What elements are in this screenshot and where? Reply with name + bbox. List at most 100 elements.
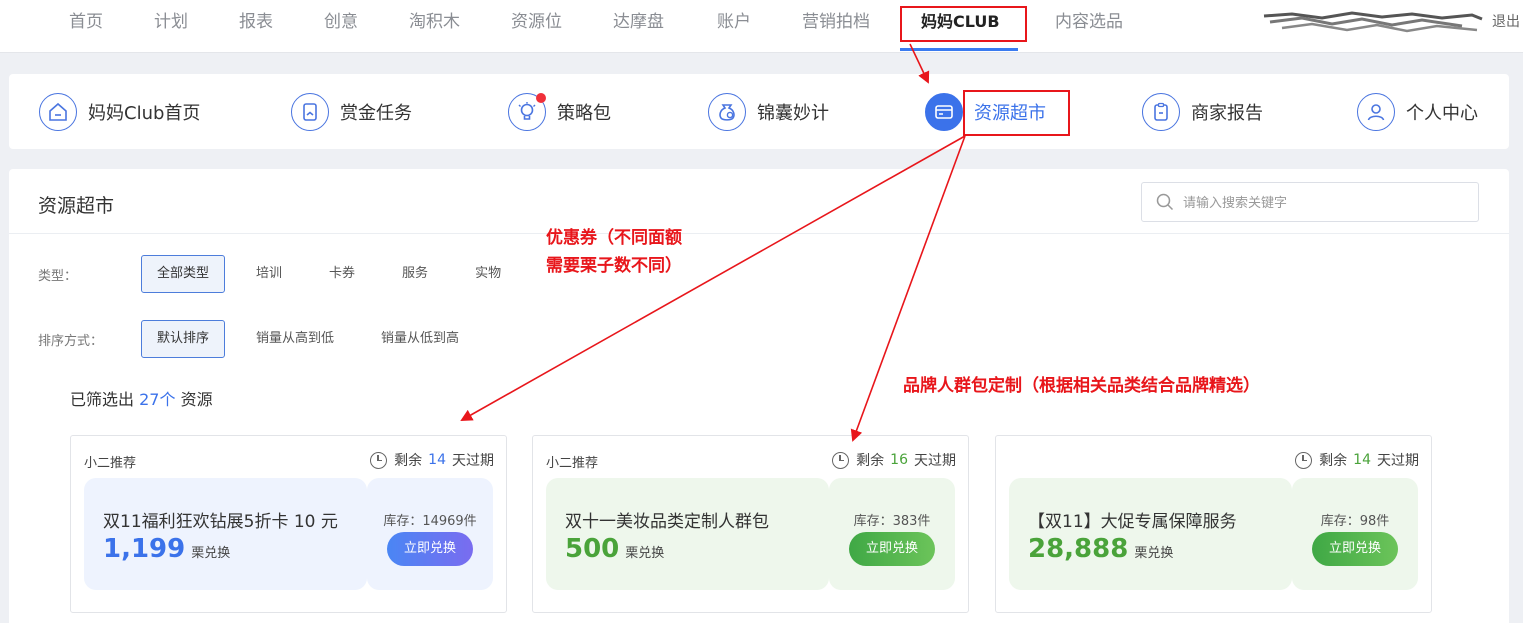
type-option-all[interactable]: 全部类型 <box>141 255 226 293</box>
sort-option-default[interactable]: 默认排序 <box>141 320 226 358</box>
recommend-tag: 小二推荐 <box>84 456 137 471</box>
type-option-physical[interactable]: 实物 <box>459 255 517 293</box>
expiry-info: 剩余 14 天过期 <box>1295 450 1419 470</box>
card-info: 双11福利狂欢钻展5折卡 10 元 1,199 栗兑换 <box>84 478 367 590</box>
expiry-info: 剩余 14 天过期 <box>370 450 494 470</box>
result-count-value: 27个 <box>139 390 176 409</box>
price-unit: 栗兑换 <box>625 546 665 561</box>
nav-dmp[interactable]: 达摩盘 <box>613 0 664 53</box>
club-nav-merchant-report[interactable]: 商家报告 <box>1142 74 1263 149</box>
bookmark-icon <box>291 92 329 131</box>
redeem-button[interactable]: 立即兑换 <box>849 532 935 566</box>
type-filter: 类型： 全部类型 培训 卡券 服务 实物 <box>38 255 532 293</box>
expiry-days: 14 <box>428 452 446 468</box>
result-count-suffix: 资源 <box>180 390 213 409</box>
club-nav-home[interactable]: 妈妈Club首页 <box>39 74 200 149</box>
club-nav-label: 锦囊妙计 <box>757 102 829 124</box>
card-action: 库存：14969件 立即兑换 <box>367 478 493 590</box>
stock-count: 库存：383件 <box>853 514 931 529</box>
resource-card[interactable]: 剩余 14 天过期 【双11】大促专属保障服务 28,888 栗兑换 库存：98件… <box>995 435 1432 613</box>
clock-icon <box>832 451 850 469</box>
club-nav-label: 商家报告 <box>1191 102 1263 124</box>
club-nav-tips[interactable]: 锦囊妙计 <box>708 74 829 149</box>
active-tab-indicator <box>900 48 1018 51</box>
club-nav-bounty[interactable]: 赏金任务 <box>291 74 412 149</box>
expiry-prefix: 剩余 <box>394 453 423 469</box>
resource-price: 500 栗兑换 <box>565 534 664 564</box>
sort-option-sales-asc[interactable]: 销量从低到高 <box>365 320 475 358</box>
annotation-brand: 品牌人群包定制（根据相关品类结合品牌精选） <box>903 376 1260 396</box>
type-option-coupon[interactable]: 卡券 <box>313 255 371 293</box>
resource-market-panel: 资源超市 类型： 全部类型 培训 卡券 服务 实物 排序方式： 默认排序 销量从… <box>9 169 1509 623</box>
card-body: 双11福利狂欢钻展5折卡 10 元 1,199 栗兑换 库存：14969件 立即兑… <box>84 478 493 590</box>
nav-resource-slot[interactable]: 资源位 <box>511 0 562 53</box>
type-filter-label: 类型： <box>38 268 78 284</box>
card-icon <box>925 92 963 131</box>
redeem-button[interactable]: 立即兑换 <box>1312 532 1398 566</box>
club-nav-personal-center[interactable]: 个人中心 <box>1357 74 1478 149</box>
result-count-prefix: 已筛选出 <box>70 390 135 409</box>
expiry-suffix: 天过期 <box>452 453 494 469</box>
card-info: 双十一美妆品类定制人群包 500 栗兑换 <box>546 478 829 590</box>
annotation-box-mama-club <box>900 6 1027 42</box>
annotation-box-resource-market <box>963 90 1070 136</box>
report-icon <box>1142 92 1180 131</box>
price-value: 28,888 <box>1028 534 1129 564</box>
nav-blocks[interactable]: 淘积木 <box>409 0 460 53</box>
annotation-coupon-line1: 优惠券（不同面额 <box>546 228 682 248</box>
nav-marketing-partner[interactable]: 营销拍档 <box>802 0 870 53</box>
nav-home[interactable]: 首页 <box>69 0 103 53</box>
expiry-prefix: 剩余 <box>856 453 885 469</box>
type-option-training[interactable]: 培训 <box>240 255 298 293</box>
nav-account[interactable]: 账户 <box>717 0 751 53</box>
resource-card[interactable]: 小二推荐 剩余 16 天过期 双十一美妆品类定制人群包 500 栗兑换 库存：38… <box>532 435 969 613</box>
expiry-days: 16 <box>890 452 908 468</box>
stock-count: 库存：14969件 <box>383 514 477 529</box>
result-count: 已筛选出 27个 资源 <box>70 386 213 410</box>
top-nav: 首页 计划 报表 创意 淘积木 资源位 达摩盘 账户 营销拍档 妈妈CLUB 内… <box>0 0 1523 53</box>
expiry-prefix: 剩余 <box>1319 453 1348 469</box>
pouch-icon <box>708 92 746 131</box>
club-nav: 妈妈Club首页 赏金任务 策略包 锦囊妙计 资源超市 商家报告 个人中心 <box>9 74 1509 149</box>
clock-icon <box>370 451 388 469</box>
user-icon <box>1357 92 1395 131</box>
resource-price: 1,199 栗兑换 <box>103 534 230 564</box>
search-box[interactable] <box>1141 182 1479 222</box>
card-action: 库存：98件 立即兑换 <box>1292 478 1418 590</box>
bulb-icon <box>508 92 546 131</box>
sort-option-sales-desc[interactable]: 销量从高到低 <box>240 320 350 358</box>
club-nav-label: 赏金任务 <box>340 102 412 124</box>
card-action: 库存：383件 立即兑换 <box>829 478 955 590</box>
redeem-button[interactable]: 立即兑换 <box>387 532 473 566</box>
price-value: 1,199 <box>103 534 186 564</box>
stock-count: 库存：98件 <box>1320 514 1390 529</box>
price-value: 500 <box>565 534 620 564</box>
nav-creative[interactable]: 创意 <box>324 0 358 53</box>
annotation-coupon: 优惠券（不同面额 需要栗子数不同） <box>546 224 682 280</box>
nav-report[interactable]: 报表 <box>239 0 273 53</box>
card-body: 【双11】大促专属保障服务 28,888 栗兑换 库存：98件 立即兑换 <box>1009 478 1418 590</box>
resource-name: 【双11】大促专属保障服务 <box>1028 512 1237 532</box>
club-nav-strategy[interactable]: 策略包 <box>508 74 611 149</box>
nav-content-selection[interactable]: 内容选品 <box>1055 0 1123 53</box>
card-body: 双十一美妆品类定制人群包 500 栗兑换 库存：383件 立即兑换 <box>546 478 955 590</box>
clock-icon <box>1295 451 1313 469</box>
recommend-tag: 小二推荐 <box>546 456 599 471</box>
sort-filter: 排序方式： 默认排序 销量从高到低 销量从低到高 <box>38 320 490 358</box>
type-option-service[interactable]: 服务 <box>386 255 444 293</box>
search-input[interactable] <box>1183 194 1463 210</box>
nav-plan[interactable]: 计划 <box>154 0 188 53</box>
logout-link[interactable]: 退出 <box>1492 0 1520 44</box>
page-title: 资源超市 <box>38 195 115 217</box>
resource-card[interactable]: 小二推荐 剩余 14 天过期 双11福利狂欢钻展5折卡 10 元 1,199 栗兑… <box>70 435 507 613</box>
sort-filter-label: 排序方式： <box>38 333 104 349</box>
expiry-days: 14 <box>1353 452 1371 468</box>
club-nav-label: 策略包 <box>557 102 611 124</box>
annotation-coupon-line2: 需要栗子数不同） <box>546 256 682 276</box>
price-unit: 栗兑换 <box>191 546 231 561</box>
club-nav-label: 妈妈Club首页 <box>88 102 201 124</box>
divider <box>9 233 1509 234</box>
badge-dot <box>536 92 546 103</box>
resource-name: 双十一美妆品类定制人群包 <box>565 512 769 532</box>
card-info: 【双11】大促专属保障服务 28,888 栗兑换 <box>1009 478 1292 590</box>
